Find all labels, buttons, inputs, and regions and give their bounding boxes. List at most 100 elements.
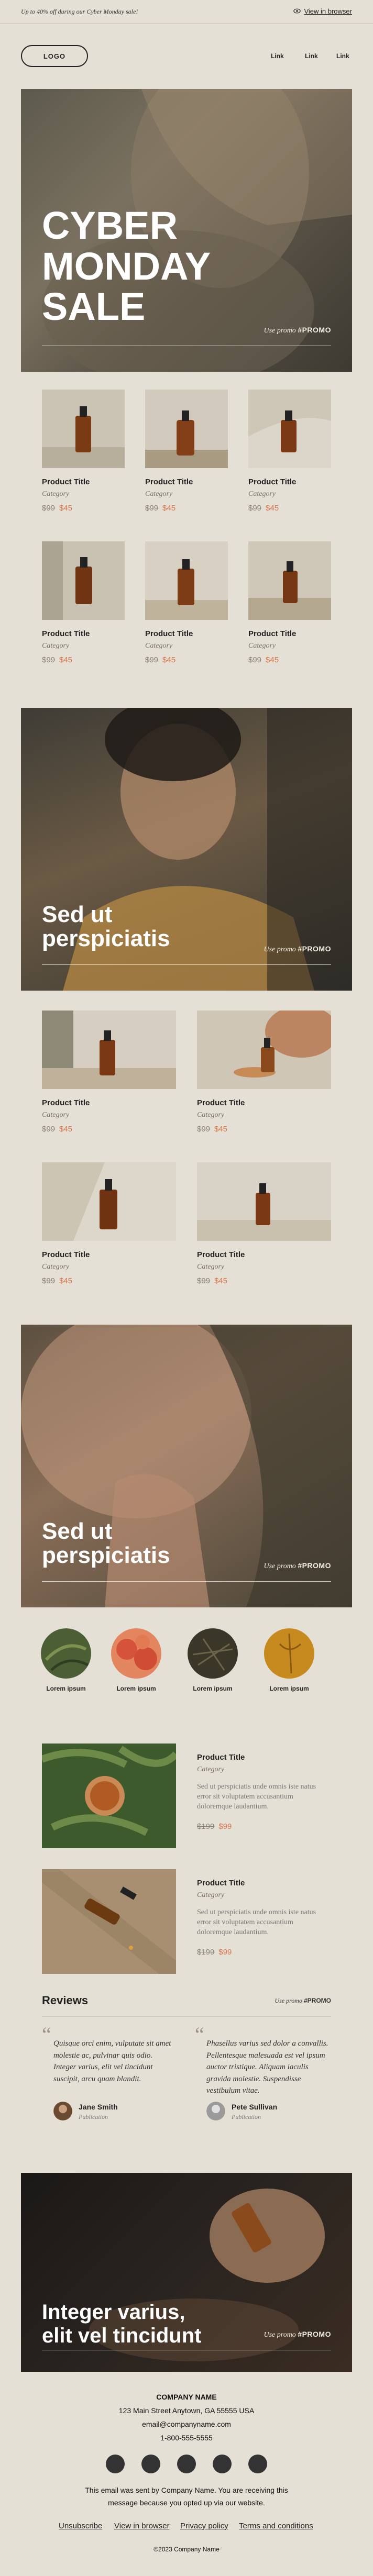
product-image — [42, 1162, 176, 1241]
avatar — [53, 2102, 72, 2120]
product-card[interactable]: Product Title Category $99 $45 — [197, 1005, 338, 1134]
hero-2-title: Sed ut perspiciatis — [42, 902, 170, 952]
avatar — [206, 2102, 225, 2120]
logo[interactable]: LOGO — [21, 45, 88, 67]
product-price: $99 $45 — [248, 504, 279, 513]
product-category: Category — [145, 642, 173, 650]
product-card[interactable]: Product Title Category $99 $45 — [42, 541, 125, 664]
hero-cyber-monday[interactable]: CYBER MONDAY SALE Use promo #PROMO — [21, 89, 352, 372]
hero-2-divider — [42, 964, 331, 965]
featured-title: Product Title — [197, 1879, 245, 1887]
hero-1-title: CYBER MONDAY SALE — [42, 204, 211, 329]
ingredient-label: Lorem ipsum — [46, 1685, 86, 1692]
ingredient-image — [41, 1628, 91, 1679]
product-price: $99 $45 — [197, 1125, 228, 1134]
hero-section-2[interactable]: Sed ut perspiciatis Use promo #PROMO — [21, 708, 352, 991]
product-price: $99 $45 — [42, 656, 73, 664]
product-card[interactable]: Product Title Category $99 $45 — [248, 541, 331, 664]
footer-copyright: ©2023 Company Name — [153, 2546, 220, 2553]
featured-product-image — [42, 1869, 176, 1974]
product-category: Category — [42, 1111, 70, 1119]
top-bar: Up to 40% off during our Cyber Monday sa… — [0, 0, 373, 24]
view-in-browser-link[interactable]: View in browser — [304, 7, 352, 15]
ingredient-item[interactable]: Lorem ipsum — [258, 1628, 314, 1692]
product-title: Product Title — [145, 629, 193, 638]
product-price: $99 $45 — [42, 1276, 73, 1285]
ingredient-label: Lorem ipsum — [193, 1685, 233, 1692]
review-text: Phasellus varius sed dolor a convallis. … — [206, 2039, 328, 2095]
featured-title: Product Title — [197, 1753, 245, 1762]
featured-category: Category — [197, 1891, 225, 1899]
social-icon-5[interactable] — [248, 2455, 267, 2473]
featured-product[interactable]: Product Title Category Sed ut perspiciat… — [42, 1744, 331, 1848]
featured-description: Sed ut perspiciatis unde omnis iste natu… — [197, 1783, 316, 1811]
reviewer-name: Jane Smith — [79, 2103, 118, 2111]
product-image — [248, 390, 331, 468]
reviews-promo: Use promo #PROMO — [275, 1997, 331, 2004]
ingredient-item[interactable]: Lorem ipsum — [105, 1628, 161, 1692]
quote-icon: “ — [42, 2023, 51, 2046]
product-title: Product Title — [42, 478, 90, 486]
product-title: Product Title — [145, 478, 193, 486]
product-title: Product Title — [197, 1250, 245, 1259]
product-card[interactable]: Product Title Category $99 $45 — [197, 1162, 331, 1285]
featured-description: Sed ut perspiciatis unde omnis iste natu… — [197, 1908, 316, 1936]
product-image — [42, 1011, 176, 1089]
view-in-browser-footer-link[interactable]: View in browser — [114, 2522, 170, 2530]
unsubscribe-link[interactable]: Unsubscribe — [59, 2522, 102, 2530]
footer-phone[interactable]: 1-800-555-5555 — [0, 2434, 373, 2442]
hero-2-promo: Use promo #PROMO — [264, 945, 331, 953]
product-card[interactable]: Product Title Category $99 $45 — [145, 390, 228, 513]
hero-3-promo: Use promo #PROMO — [264, 1561, 331, 1570]
product-image — [42, 390, 125, 468]
product-card[interactable]: Product Title Category $99 $45 — [145, 541, 228, 664]
nav-link-1[interactable]: Link — [271, 52, 284, 60]
social-icon-1[interactable] — [106, 2455, 125, 2473]
terms-link[interactable]: Terms and conditions — [239, 2522, 313, 2530]
ingredient-item[interactable]: Lorem ipsum — [35, 1628, 91, 1692]
product-card[interactable]: Product Title Category $99 $45 — [248, 390, 331, 513]
reviews-section: Reviews Use promo #PROMO “ Quisque orci … — [42, 1994, 331, 2151]
hero-4-title: Integer varius, elit vel tincidunt — [42, 2301, 202, 2347]
ingredients-row: Lorem ipsum Lorem ipsum Lorem ipsum Lore… — [0, 1628, 373, 1702]
product-price: $99 $45 — [145, 504, 176, 513]
product-title: Product Title — [197, 1098, 245, 1107]
featured-price: $199 $99 — [197, 1948, 232, 1957]
reviewer-name: Pete Sullivan — [232, 2103, 278, 2111]
privacy-policy-link[interactable]: Privacy policy — [180, 2522, 228, 2530]
ingredient-label: Lorem ipsum — [269, 1685, 309, 1692]
hero-3-title: Sed ut perspiciatis — [42, 1518, 170, 1569]
hero-section-4[interactable]: Integer varius, elit vel tincidunt Use p… — [21, 2173, 352, 2372]
eye-icon — [293, 8, 301, 14]
product-grid-1: Product Title Category $99 $45 Product Ti… — [0, 390, 373, 683]
nav-link-3[interactable]: Link — [336, 52, 349, 60]
featured-product[interactable]: Product Title Category Sed ut perspiciat… — [42, 1869, 331, 1974]
social-icon-3[interactable] — [177, 2455, 196, 2473]
hero-section-3[interactable]: Sed ut perspiciatis Use promo #PROMO — [21, 1325, 352, 1607]
footer-email[interactable]: email@companyname.com — [0, 2420, 373, 2428]
social-icon-4[interactable] — [213, 2455, 232, 2473]
reviewer-role: Publication — [79, 2113, 108, 2120]
product-image — [248, 541, 331, 620]
product-card[interactable]: Product Title Category $99 $45 — [42, 390, 125, 513]
product-card[interactable]: Product Title Category $99 $45 — [42, 1162, 176, 1285]
ingredient-item[interactable]: Lorem ipsum — [181, 1628, 238, 1692]
product-image — [197, 1005, 338, 1089]
product-grid-2: Product Title Category $99 $45 Product Ti… — [0, 1005, 373, 1304]
product-title: Product Title — [42, 1250, 90, 1259]
quote-icon: “ — [195, 2023, 204, 2046]
footer-notice-line-2: message because you opted up via our web… — [108, 2499, 265, 2507]
product-card[interactable]: Product Title Category $99 $45 — [42, 1011, 176, 1134]
social-icons — [106, 2455, 267, 2473]
product-image — [197, 1162, 331, 1241]
featured-product-image — [42, 1744, 176, 1848]
product-price: $99 $45 — [145, 656, 176, 664]
social-icon-2[interactable] — [141, 2455, 160, 2473]
hero-3-divider — [42, 1581, 331, 1582]
product-category: Category — [42, 490, 70, 498]
product-category: Category — [197, 1111, 225, 1119]
nav-link-2[interactable]: Link — [305, 52, 318, 60]
product-price: $99 $45 — [248, 656, 279, 664]
product-image — [42, 541, 125, 620]
footer-company: COMPANY NAME — [156, 2393, 217, 2401]
